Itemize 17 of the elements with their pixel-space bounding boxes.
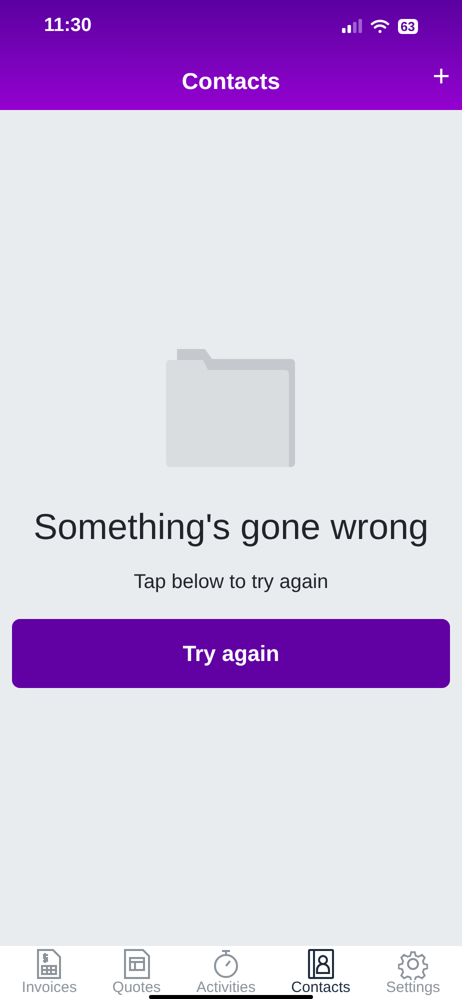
tab-item[interactable]: Settings — [386, 946, 440, 996]
folder-icon — [166, 349, 296, 467]
tab-item[interactable]: Quotes — [112, 946, 161, 996]
error-title: Something's gone wrong — [33, 505, 429, 549]
table-document-icon — [122, 948, 152, 980]
screen-title: Contacts — [182, 66, 280, 96]
status-time: 11:30 — [44, 14, 92, 38]
contacts-book-icon — [306, 948, 336, 980]
battery-indicator: 63 — [398, 18, 418, 34]
add-button[interactable]: + — [432, 62, 450, 92]
wifi-icon — [370, 18, 390, 34]
tab-item[interactable]: Invoices — [22, 946, 77, 996]
error-message: Tap below to try again — [134, 570, 328, 595]
try-again-button[interactable]: Try again — [12, 619, 450, 688]
signal-icon — [342, 19, 362, 33]
tab-item[interactable]: Contacts — [291, 946, 350, 996]
tab-item[interactable]: Activities — [196, 946, 256, 996]
